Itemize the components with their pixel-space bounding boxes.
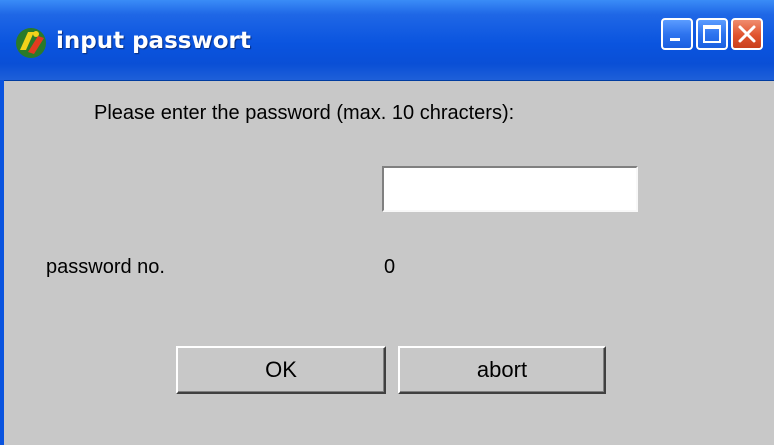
minimize-button[interactable] (661, 18, 693, 50)
window-title: input passwort (56, 28, 251, 54)
maximize-icon (703, 25, 721, 43)
close-icon (738, 25, 756, 43)
app-logo-icon[interactable] (14, 26, 48, 60)
minimize-icon (670, 38, 680, 41)
ok-button[interactable]: OK (176, 346, 386, 394)
password-prompt-label: Please enter the password (max. 10 chrac… (94, 102, 515, 124)
password-input[interactable] (382, 166, 638, 212)
abort-button[interactable]: abort (398, 346, 606, 394)
window-border (0, 80, 4, 445)
dialog-window: input passwort Please enter the password… (0, 0, 774, 445)
maximize-button[interactable] (696, 18, 728, 50)
password-number-label: password no. (46, 256, 165, 278)
password-number-value: 0 (384, 256, 396, 278)
title-bar[interactable]: input passwort (0, 0, 774, 81)
close-button[interactable] (731, 18, 763, 50)
